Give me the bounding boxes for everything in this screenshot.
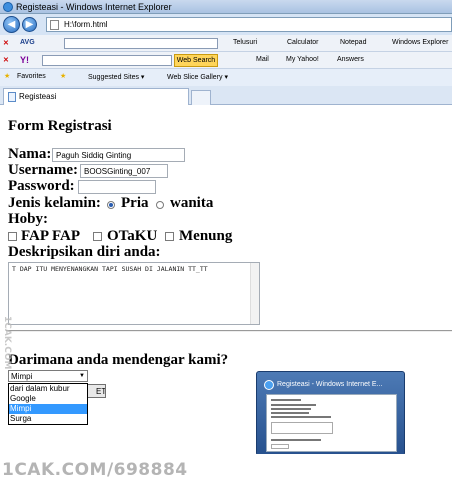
nama-label: Nama:	[8, 146, 52, 162]
username-label: Username:	[8, 162, 78, 178]
preview-line	[271, 404, 316, 406]
tab-registeasi[interactable]: Registeasi	[3, 88, 189, 105]
submit-button[interactable]: ET	[86, 384, 106, 398]
preview-select	[271, 444, 289, 449]
avg-item-notepad[interactable]: Notepad	[340, 39, 366, 46]
avg-item-telusuri[interactable]: Telusuri	[233, 39, 257, 46]
taskbar-thumbnail-preview[interactable]: Registeasi - Windows Internet E...	[256, 371, 405, 456]
preview-line	[271, 439, 321, 441]
checkbox-otaku[interactable]	[93, 232, 102, 241]
page-icon	[8, 92, 16, 102]
yahoo-item-answers[interactable]: Answers	[337, 56, 364, 63]
watermark: 1CAK.COM/698884	[2, 460, 188, 480]
dropdown-option[interactable]: Surga	[9, 414, 87, 424]
close-icon[interactable]: ✕	[3, 56, 9, 64]
yahoo-item-mail[interactable]: Mail	[256, 56, 269, 63]
favorites-bar: ★ Favorites ★ Suggested Sites ▾ Web Slic…	[0, 69, 452, 86]
checkbox-fap-fap[interactable]	[8, 232, 17, 241]
yahoo-search-input[interactable]	[42, 55, 172, 66]
side-watermark: 1CAK.COM	[2, 316, 12, 370]
page-title: Form Registrasi	[8, 118, 112, 134]
checkbox-otaku-label: OTaKU	[107, 228, 158, 244]
yahoo-toolbar: ✕ Y! Web Search Mail My Yahoo! Answers	[0, 52, 452, 69]
address-bar[interactable]: H:\form.html	[46, 17, 452, 32]
preview-line	[271, 399, 301, 401]
ie-logo-icon	[264, 380, 274, 390]
divider	[6, 330, 452, 332]
yahoo-item-my-yahoo[interactable]: My Yahoo!	[286, 56, 319, 63]
ie-logo-icon	[3, 2, 13, 12]
password-input[interactable]	[78, 180, 156, 194]
avg-brand[interactable]: AVG	[20, 39, 35, 46]
source-dropdown-list: dari dalam kubur Google Mimpi Surga	[8, 383, 88, 425]
dropdown-option[interactable]: Google	[9, 394, 87, 404]
deskripsi-textarea[interactable]: T DAP ITU MENYENANGKAN TAPI SUSAH DI JAL…	[8, 262, 260, 325]
preview-textarea	[271, 422, 333, 434]
add-favorite-icon[interactable]: ★	[60, 72, 66, 80]
jenis-kelamin-label: Jenis kelamin:	[8, 195, 101, 211]
avg-toolbar: ✕ AVG Telusuri Calculator Notepad Window…	[0, 35, 452, 52]
new-tab-button[interactable]	[191, 90, 211, 105]
page-icon	[50, 20, 59, 30]
source-question: Darimana anda mendengar kami?	[8, 352, 229, 368]
password-label: Password:	[8, 178, 75, 194]
deskripsi-label: Deskripsikan diri anda:	[8, 244, 161, 260]
tab-strip: Registeasi	[0, 86, 452, 105]
checkbox-fap-fap-label: FAP FAP	[21, 228, 81, 244]
radio-pria[interactable]	[107, 201, 115, 209]
chevron-down-icon[interactable]: ▼	[79, 373, 85, 379]
source-selected-value: Mimpi	[11, 372, 33, 381]
yahoo-brand[interactable]: Y!	[20, 55, 29, 65]
nama-input[interactable]: Paguh Siddiq Ginting	[52, 148, 185, 162]
deskripsi-text: T DAP ITU MENYENANGKAN TAPI SUSAH DI JAL…	[12, 265, 208, 273]
preview-line	[271, 408, 311, 410]
suggested-sites-link[interactable]: Suggested Sites ▾	[88, 73, 144, 81]
star-icon: ★	[4, 73, 11, 80]
avg-search-input[interactable]	[64, 38, 218, 49]
thumbnail-title: Registeasi - Windows Internet E...	[277, 381, 383, 388]
navigation-bar: ◀ ▶ H:\form.html	[0, 14, 452, 35]
checkbox-menung[interactable]	[165, 232, 174, 241]
close-icon[interactable]: ✕	[3, 39, 9, 47]
textarea-scrollbar[interactable]	[250, 263, 259, 324]
radio-wanita[interactable]	[156, 201, 164, 209]
checkbox-menung-label: Menung	[179, 228, 233, 244]
window-titlebar: Registeasi - Windows Internet Explorer	[0, 0, 452, 14]
username-input[interactable]: BOOSGinting_007	[80, 164, 168, 178]
window-title: Registeasi - Windows Internet Explorer	[16, 2, 172, 12]
preview-line	[271, 416, 331, 418]
avg-item-calculator[interactable]: Calculator	[287, 39, 319, 46]
radio-wanita-label: wanita	[170, 195, 214, 211]
avg-item-windows-explorer[interactable]: Windows Explorer	[392, 39, 448, 46]
back-button[interactable]: ◀	[3, 16, 20, 33]
source-select[interactable]: Mimpi ▼	[8, 370, 88, 382]
hoby-label: Hoby:	[8, 211, 49, 227]
address-url: H:\form.html	[64, 20, 108, 29]
forward-button[interactable]: ▶	[22, 17, 37, 32]
web-slice-gallery-link[interactable]: Web Slice Gallery ▾	[167, 73, 228, 81]
dropdown-option[interactable]: dari dalam kubur	[9, 384, 87, 394]
radio-pria-label: Pria	[121, 195, 149, 211]
dropdown-option-selected[interactable]: Mimpi	[9, 404, 87, 414]
favorites-button[interactable]: Favorites	[17, 73, 46, 80]
web-search-button[interactable]: Web Search	[174, 54, 218, 67]
tab-title: Registeasi	[19, 92, 57, 101]
preview-line	[271, 412, 309, 414]
thumbnail-page-preview	[266, 394, 397, 452]
